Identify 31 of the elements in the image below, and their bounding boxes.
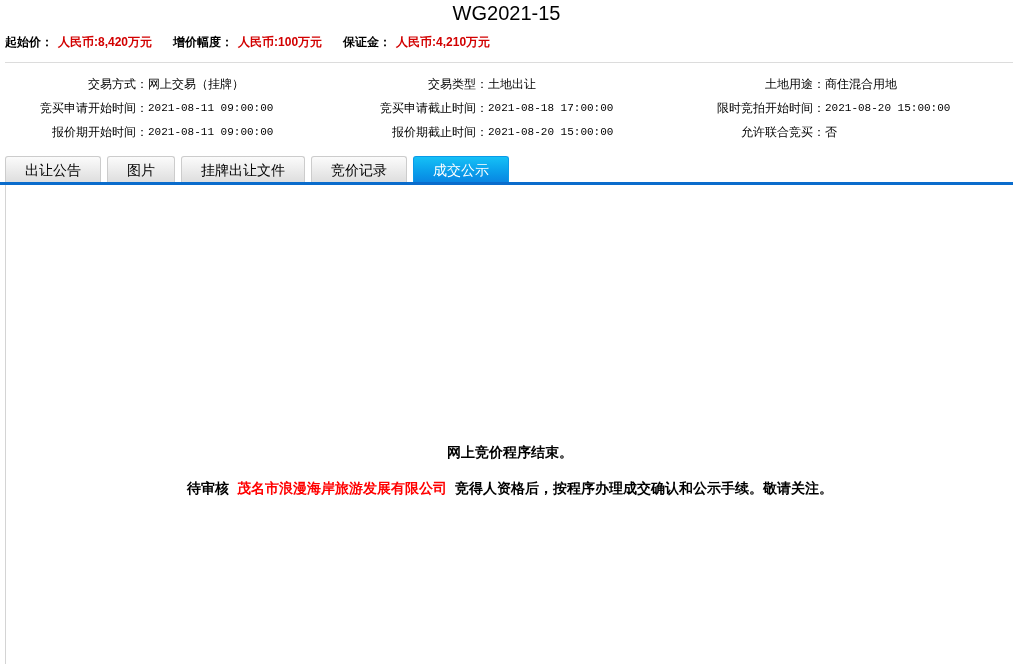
- tab[interactable]: 图片: [107, 156, 175, 182]
- field-value: 2021-08-20 15:00:00: [825, 100, 951, 116]
- page-title: WG2021-15: [452, 1, 561, 25]
- price-label: 起始价：: [5, 34, 53, 51]
- notice-heading: 网上竞价程序结束。: [446, 443, 573, 462]
- price-label: 增价幅度：: [173, 34, 234, 51]
- field-value: 2021-08-11 09:00:00: [148, 100, 274, 116]
- field-value: 网上交易（挂牌）: [148, 76, 244, 93]
- field-value: 否: [825, 124, 837, 141]
- price-label: 保证金：: [343, 34, 392, 51]
- price-value: 人民币:8,420万元: [58, 34, 153, 51]
- field-label: 交易方式：: [88, 76, 148, 93]
- field-label: 报价期截止时间：: [392, 124, 488, 141]
- field-value: 2021-08-11 09:00:00: [148, 124, 274, 140]
- field-value: 2021-08-20 15:00:00: [488, 124, 614, 140]
- field-value: 土地出让: [488, 76, 536, 93]
- field-label: 允许联合竞买：: [741, 124, 825, 141]
- field-label: 交易类型：: [428, 76, 488, 93]
- field-label: 报价期开始时间：: [52, 124, 148, 141]
- field-label: 竞买申请截止时间：: [380, 100, 488, 117]
- tab[interactable]: 挂牌出让文件: [181, 156, 305, 182]
- field-value: 2021-08-18 17:00:00: [488, 100, 614, 116]
- field-value: 商住混合用地: [825, 76, 897, 93]
- field-label: 土地用途：: [765, 76, 825, 93]
- tab[interactable]: 竞价记录: [311, 156, 407, 182]
- price-value: 人民币:100万元: [238, 34, 323, 51]
- notice-message: 待审核 茂名市浪漫海岸旅游发展有限公司 竞得人资格后，按程序办理成交确认和公示手续。敬请关注。: [186, 479, 833, 498]
- field-label: 竞买申请开始时间：: [40, 100, 148, 117]
- tab[interactable]: 出让公告: [5, 156, 101, 182]
- field-label: 限时竞拍开始时间：: [717, 100, 825, 117]
- price-value: 人民币:4,210万元: [396, 34, 491, 51]
